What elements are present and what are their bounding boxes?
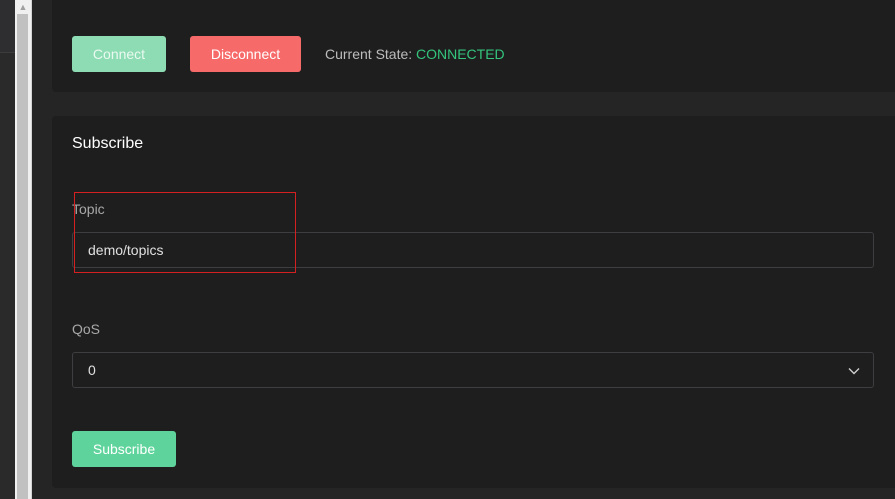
- subscribe-card: Subscribe Topic QoS 0 Subscribe :: [52, 116, 895, 488]
- chevron-down-icon: [848, 368, 860, 375]
- app-root: ▲ Connect Disconnect Current State: CONN…: [0, 0, 895, 499]
- current-state-label: Current State:: [325, 46, 413, 62]
- qos-selected-value: 0: [88, 362, 96, 378]
- connection-card: Connect Disconnect Current State: CONNEC…: [52, 0, 895, 92]
- topic-label: Topic: [72, 201, 105, 217]
- sidebar-scrollbar[interactable]: ▲: [15, 0, 32, 499]
- qos-select[interactable]: 0: [72, 352, 874, 388]
- scrollbar-thumb[interactable]: [17, 14, 28, 499]
- qos-label: QoS: [72, 321, 101, 337]
- disconnect-button[interactable]: Disconnect: [190, 36, 301, 72]
- subscribe-button[interactable]: Subscribe: [72, 431, 176, 467]
- subscribe-title: Subscribe: [72, 135, 144, 152]
- left-sidebar-header: [0, 0, 15, 53]
- scroll-up-arrow-icon[interactable]: ▲: [15, 0, 31, 14]
- main-content: Connect Disconnect Current State: CONNEC…: [32, 0, 895, 499]
- connect-button[interactable]: Connect: [72, 36, 166, 72]
- connection-status: CONNECTED: [416, 46, 505, 62]
- left-sidebar: [0, 0, 15, 499]
- topic-input[interactable]: [72, 232, 874, 268]
